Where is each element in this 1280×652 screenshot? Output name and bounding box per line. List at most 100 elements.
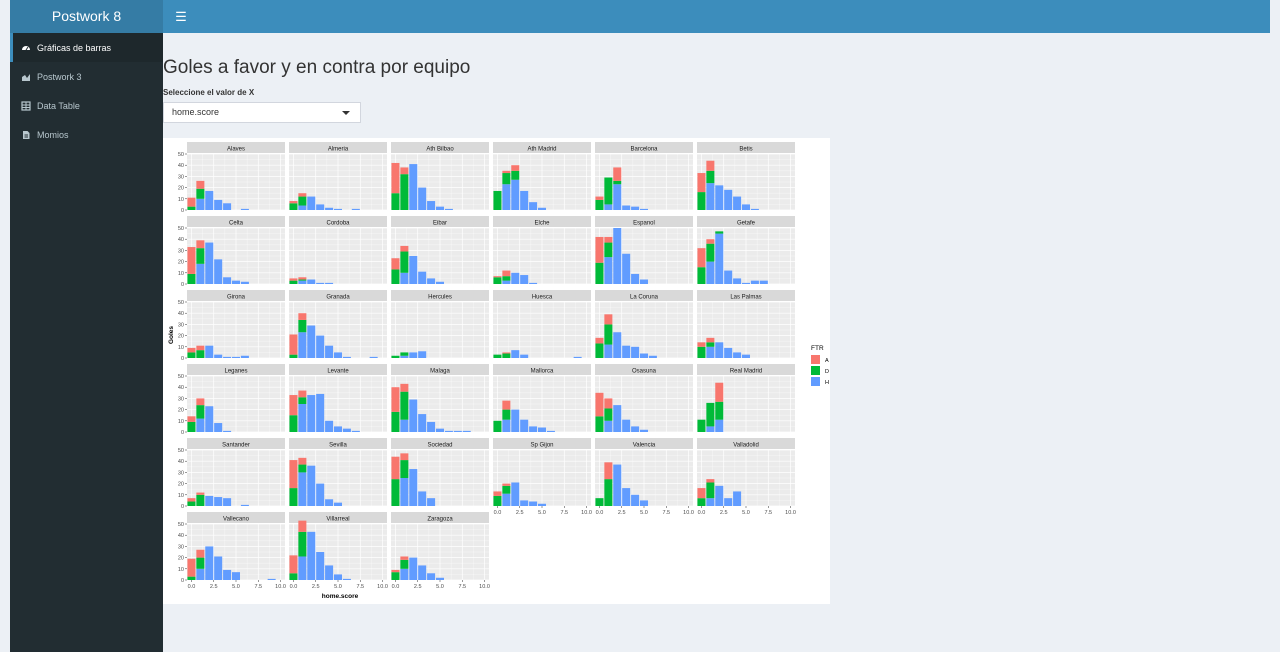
bar-H <box>240 355 249 358</box>
bar-H <box>715 233 724 284</box>
y-tick-label: 10 <box>178 493 184 499</box>
facet-label: Elche <box>534 221 550 227</box>
x-tick-label: 7.5 <box>764 510 772 516</box>
bar-H <box>613 228 622 284</box>
bar-H <box>231 356 241 358</box>
bar-H <box>325 499 334 506</box>
y-tick-label: 0 <box>181 282 184 288</box>
bar-H <box>520 419 529 432</box>
bar-D <box>196 494 205 506</box>
bar-D <box>697 346 706 358</box>
bar-H <box>502 184 511 210</box>
facet-label: Sevilla <box>329 443 347 449</box>
bar-H <box>325 420 334 432</box>
x-variable-select[interactable]: home.score <box>163 102 361 123</box>
sidebar-item-momios[interactable]: Momios <box>10 120 163 149</box>
x-tick-label: 10.0 <box>275 584 286 590</box>
bar-H <box>223 430 232 432</box>
bar-H <box>205 546 214 580</box>
bar-H <box>205 345 214 358</box>
bar-A <box>604 398 613 409</box>
facet-label: Mallorca <box>531 369 554 375</box>
sidebar-item-postwork3[interactable]: Postwork 3 <box>10 62 163 91</box>
bar-D <box>493 420 502 432</box>
bar-H <box>214 199 223 210</box>
bar-H <box>741 204 751 210</box>
bar-H <box>205 190 214 210</box>
bar-A <box>400 453 409 461</box>
sidebar-toggle-icon[interactable]: ☰ <box>171 0 191 33</box>
bar-H <box>196 263 205 284</box>
plot-container: Alaves 0 10 20 30 40 50 Almeria Ath Bilbao Ath Ma… <box>163 138 830 604</box>
x-tick-label: 5.0 <box>232 584 240 590</box>
bar-H <box>573 356 582 358</box>
y-tick-label: 50 <box>178 522 184 528</box>
app-brand[interactable]: Postwork 8 <box>10 0 163 33</box>
bar-H <box>502 493 511 506</box>
y-tick-label: 50 <box>178 300 184 306</box>
y-tick-label: 30 <box>178 470 184 476</box>
bar-A <box>196 398 205 406</box>
bar-H <box>427 498 436 506</box>
bar-D <box>298 397 307 404</box>
bar-A <box>298 277 307 280</box>
bar-H <box>529 501 538 506</box>
bar-H <box>715 342 724 358</box>
bar-D <box>391 193 400 210</box>
bar-H <box>622 488 631 506</box>
bar-A <box>391 162 400 194</box>
sidebar-item-graficas[interactable]: Gráficas de barras <box>10 33 163 62</box>
bar-A <box>511 165 520 171</box>
file-icon <box>23 130 30 139</box>
bar-D <box>706 170 715 184</box>
bar-H <box>316 335 325 358</box>
bar-A <box>595 337 604 344</box>
bar-A <box>493 276 502 278</box>
bar-D <box>187 501 196 506</box>
y-tick-label: 50 <box>178 374 184 380</box>
bar-A <box>595 392 604 417</box>
bar-A <box>298 193 307 197</box>
bar-D <box>511 170 520 180</box>
bar-H <box>604 204 613 210</box>
bar-H <box>511 409 520 432</box>
bar-D <box>391 355 400 358</box>
facet-label: Cordoba <box>326 221 350 227</box>
bar-H <box>307 465 316 506</box>
bar-H <box>196 418 205 432</box>
bar-A <box>502 400 511 410</box>
bar-H <box>307 395 316 432</box>
bar-D <box>493 495 502 506</box>
sidebar-item-data-table[interactable]: Data Table <box>10 91 163 120</box>
bar-H <box>409 164 418 210</box>
bar-H <box>325 207 334 210</box>
bar-A <box>613 167 622 181</box>
bar-A <box>391 569 400 573</box>
x-tick-label: 0.0 <box>188 584 196 590</box>
bar-H <box>511 482 520 506</box>
bar-H <box>613 464 622 506</box>
y-tick-label: 30 <box>178 396 184 402</box>
bar-H <box>418 351 427 358</box>
bar-H <box>537 427 547 432</box>
bar-H <box>223 569 232 580</box>
bar-H <box>369 356 378 358</box>
bar-H <box>511 272 520 284</box>
bar-H <box>604 420 613 432</box>
bar-A <box>289 201 298 204</box>
y-tick-label: 20 <box>178 556 184 562</box>
bar-H <box>205 406 214 432</box>
bar-D <box>391 411 400 432</box>
bar-H <box>240 281 249 284</box>
facet-label: Ath Madrid <box>527 147 556 153</box>
y-tick-label: 40 <box>178 237 184 243</box>
bar-D <box>595 262 604 284</box>
legend-key-D <box>811 366 820 375</box>
bar-H <box>622 205 631 210</box>
bar-H <box>706 426 715 432</box>
legend-key-H <box>811 377 820 386</box>
sidebar-item-label: Data Table <box>37 100 80 111</box>
sidebar-item-label: Postwork 3 <box>37 71 82 82</box>
bar-A <box>187 498 196 502</box>
bar-H <box>715 419 724 432</box>
